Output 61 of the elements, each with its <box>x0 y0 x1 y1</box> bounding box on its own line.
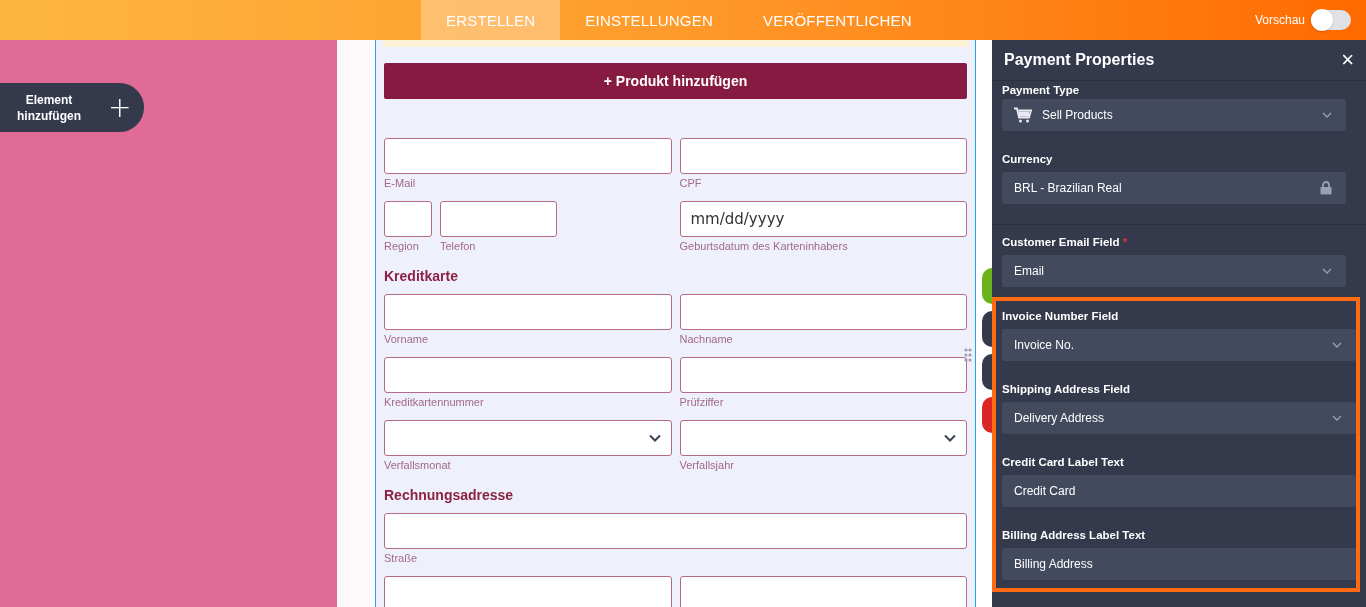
select-field[interactable] <box>679 420 967 456</box>
property-label: Invoice Number Field <box>1002 310 1119 322</box>
round-button[interactable] <box>982 354 992 390</box>
select-field[interactable]: Delivery Address <box>1002 402 1356 434</box>
round-button[interactable] <box>982 311 992 347</box>
input-field[interactable] <box>384 357 672 393</box>
required-mark: * <box>1122 236 1128 248</box>
input-field[interactable] <box>679 357 967 393</box>
property-label: Payment Type <box>1002 84 1080 96</box>
field-label: Nachname <box>679 332 734 347</box>
close-button[interactable]: × <box>1341 49 1354 71</box>
chevron-down-icon <box>1322 112 1332 118</box>
input-field[interactable] <box>384 513 967 549</box>
panel-title: Payment Properties <box>1004 51 1155 69</box>
section-heading: Kreditkarte <box>384 268 459 284</box>
lock-icon <box>1320 181 1332 195</box>
section-heading: Rechnungsadresse <box>384 487 515 503</box>
field-label: Telefon <box>440 239 477 254</box>
preview-label: Vorschau <box>1254 13 1305 27</box>
field-label: Region <box>384 239 420 254</box>
input-field[interactable] <box>384 201 432 237</box>
cart-icon <box>1014 107 1032 123</box>
chevron-down-icon <box>944 434 956 442</box>
input-field[interactable] <box>384 576 672 607</box>
preview-toggle[interactable] <box>1311 10 1351 30</box>
input-field[interactable] <box>679 138 967 174</box>
property-label: Customer Email Field <box>1002 236 1120 248</box>
field-label: Verfallsjahr <box>679 458 735 473</box>
round-button[interactable] <box>982 397 992 433</box>
drag-handle-icon <box>964 348 972 362</box>
field-label: Vorname <box>384 332 430 347</box>
field-label: CPF <box>679 176 703 191</box>
input-field[interactable]: Credit Card <box>1002 475 1356 507</box>
input-field[interactable]: BRL - Brazilian Real <box>1002 172 1346 204</box>
select-field[interactable]: Email <box>1002 255 1346 287</box>
date-field[interactable]: mm/dd/yyyy <box>679 201 967 237</box>
field-label: Straße <box>384 551 418 566</box>
select-field[interactable]: Sell Products <box>1002 99 1346 131</box>
field-label: Kreditkartennummer <box>384 395 485 410</box>
input-field[interactable] <box>384 294 672 330</box>
chevron-down-icon <box>1332 342 1342 348</box>
field-label: E-Mail <box>384 176 417 191</box>
input-field[interactable] <box>384 138 672 174</box>
property-label: Shipping Address Field <box>1002 383 1130 395</box>
field-label: Verfallsmonat <box>384 458 452 473</box>
chevron-down-icon <box>648 434 661 442</box>
add-product-button[interactable]: + Produkt hinzufügen <box>384 63 967 99</box>
select-field[interactable]: Invoice No. <box>1002 329 1356 361</box>
field-label: Geburtsdatum des Karteninhabers <box>679 239 849 254</box>
chevron-down-icon <box>1332 415 1342 421</box>
input-field[interactable] <box>679 576 967 607</box>
input-field[interactable] <box>440 201 557 237</box>
add-element-button[interactable]: Element hinzufügen + <box>0 83 144 132</box>
property-label: Credit Card Label Text <box>1002 456 1124 468</box>
chevron-down-icon <box>1322 268 1332 274</box>
input-field[interactable] <box>679 294 967 330</box>
property-label: Billing Address Label Text <box>1002 529 1146 541</box>
property-label: Currency <box>1002 153 1053 165</box>
field-label: Prüfziffer <box>679 395 725 410</box>
select-field[interactable] <box>384 420 672 456</box>
input-field[interactable]: Billing Address <box>1002 548 1356 580</box>
